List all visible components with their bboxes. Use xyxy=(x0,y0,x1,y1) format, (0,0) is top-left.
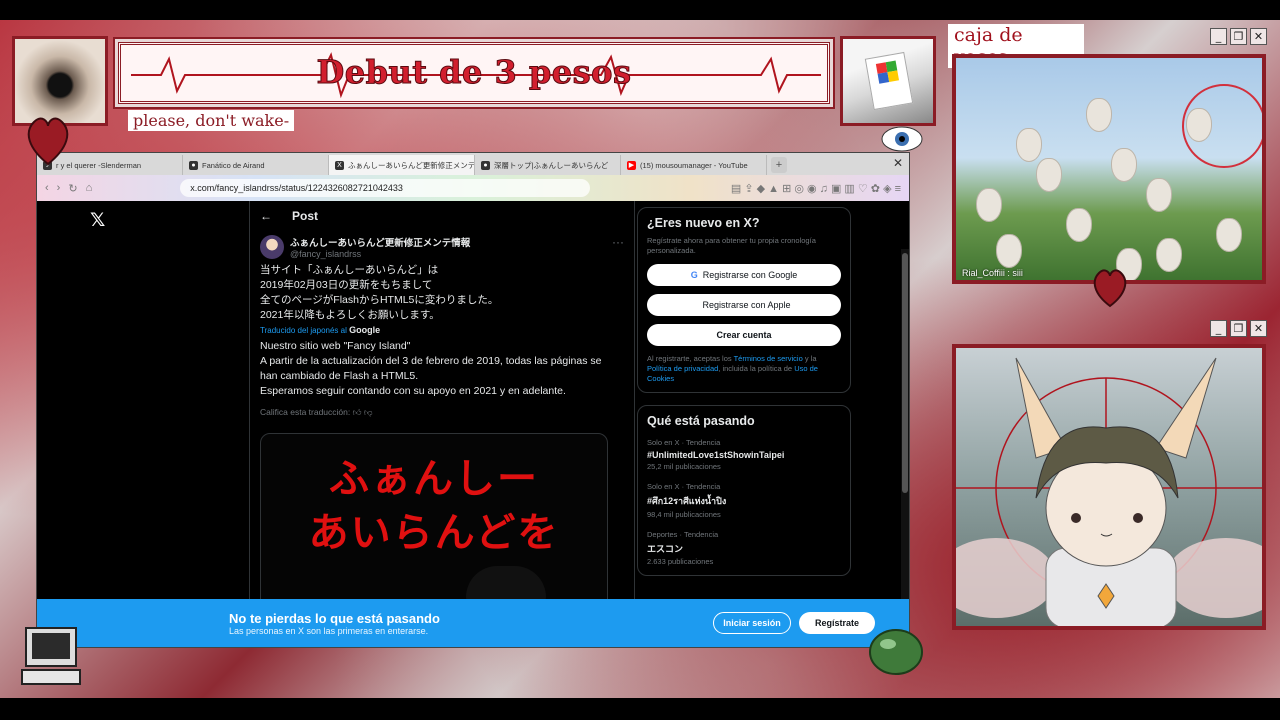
create-account-button[interactable]: Crear cuenta xyxy=(647,324,841,346)
trend-item[interactable]: Solo en X · Tendencia #ศึก12ราศีแห่งน้ำป… xyxy=(647,482,841,520)
vtuber-avatar-icon xyxy=(956,357,1262,626)
google-icon: G xyxy=(690,270,698,280)
terms-link[interactable]: Términos de servicio xyxy=(734,354,803,363)
author-name[interactable]: ふぁんしーあいらんど更新修正メンテ情報 xyxy=(290,235,470,249)
minimize-icon[interactable]: _ xyxy=(1210,28,1227,45)
top-letterbox xyxy=(0,0,1280,20)
eye-icon xyxy=(881,126,923,152)
anatomical-heart-icon xyxy=(1093,269,1127,308)
back-icon[interactable]: ‹ xyxy=(45,182,49,194)
close-icon[interactable]: ✕ xyxy=(1250,28,1267,45)
author-avatar[interactable] xyxy=(260,235,284,259)
rate-translation: Califica esta traducción: 👍︎ 👎︎ xyxy=(260,407,373,417)
google-label: Google xyxy=(349,325,381,335)
tab-youtube[interactable]: ▶ (15) mousoumanager - YouTube xyxy=(621,155,767,175)
more-options-icon[interactable]: ··· xyxy=(612,235,624,249)
restore-icon[interactable]: ❐ xyxy=(1230,320,1247,337)
signup-google-button[interactable]: G Registrarse con Google xyxy=(647,264,841,286)
trends-card: Qué está pasando Solo en X · Tendencia #… xyxy=(637,405,851,576)
x-icon: X xyxy=(335,160,344,170)
vtuber-avatar-panel xyxy=(952,344,1266,630)
signup-button[interactable]: Regístrate xyxy=(799,612,875,634)
thumbs-down-icon[interactable]: 👎︎ xyxy=(364,407,373,417)
stream-subtitle: please, don't wake- xyxy=(128,110,295,131)
new-tab-button[interactable]: + xyxy=(771,157,787,173)
anatomical-heart-icon xyxy=(27,117,69,166)
prompt-subtitle: Las personas en X son las primeras en en… xyxy=(229,625,429,636)
reload-icon[interactable]: ↻ xyxy=(68,182,77,195)
signup-title: ¿Eres nuevo en X? xyxy=(647,216,760,230)
page-icon: ● xyxy=(481,160,490,170)
post-column: ← Post ふぁんしーあいらんど更新修正メンテ情報 @fancy_island… xyxy=(249,201,635,647)
thumbs-up-icon[interactable]: 👍︎ xyxy=(353,407,362,417)
login-button[interactable]: Iniciar sesión xyxy=(713,612,791,634)
post-translation: Nuestro sitio web "Fancy Island" A parti… xyxy=(260,340,602,397)
prompt-title: No te pierdas lo que está pasando xyxy=(229,610,440,626)
stream-title-banner: Debut de 3 pesos xyxy=(118,42,830,104)
youtube-icon: ▶ xyxy=(627,160,636,170)
privacy-link[interactable]: Política de privacidad xyxy=(647,364,718,373)
forward-icon[interactable]: › xyxy=(57,182,61,194)
signup-apple-button[interactable]: Registrarse con Apple xyxy=(647,294,841,316)
browser-window: ♪ r y el querer -Slenderman ● Fanático de … xyxy=(36,152,910,648)
address-bar: ‹ › ↻ ⌂ x.com/fancy_islandrss/status/122… xyxy=(37,175,909,201)
windows-box-thumbnail xyxy=(840,36,936,126)
signup-description: Regístrate ahora para obtener tu propia … xyxy=(647,236,816,255)
post-header: ← Post xyxy=(250,201,634,231)
signup-prompt-banner: No te pierdas lo que está pasando Las pe… xyxy=(37,599,909,647)
voices-window-controls: _ ❐ ✕ xyxy=(1210,28,1267,45)
tab-airand[interactable]: ● Fanático de Airand xyxy=(183,155,329,175)
bottom-letterbox xyxy=(0,698,1280,720)
trend-item[interactable]: Solo en X · Tendencia #UnlimitedLove1stS… xyxy=(647,438,841,472)
home-icon[interactable]: ⌂ xyxy=(86,182,93,194)
post-text: 当サイト「ふぁんしーあいらんど」は 2019年02月03日の更新をもちまして 全… xyxy=(260,264,499,321)
voices-camera-panel: Rial_Coffiii : siii xyxy=(952,54,1266,284)
stream-title: Debut de 3 pesos xyxy=(316,53,632,92)
close-icon[interactable]: ✕ xyxy=(1250,320,1267,337)
post-author: ふぁんしーあいらんど更新修正メンテ情報 @fancy_islandrss ··· xyxy=(250,231,634,263)
page-scrollbar[interactable] xyxy=(901,249,909,647)
trend-item[interactable]: Deportes · Tendencia エスコン 2.633 publicac… xyxy=(647,530,841,567)
signup-card: ¿Eres nuevo en X? Regístrate ahora para … xyxy=(637,207,851,393)
avatar-window-controls: _ ❐ ✕ xyxy=(1210,320,1267,337)
x-logo-icon[interactable]: 𝕏 xyxy=(90,209,105,231)
retro-computer-icon xyxy=(21,627,81,685)
cam-caption: Rial_Coffiii : siii xyxy=(962,268,1023,278)
tab-x-post[interactable]: Xふぁんしーあいらんど更新修正メンテ× xyxy=(329,155,475,175)
page-icon: ● xyxy=(189,160,198,170)
tab-fancy-island[interactable]: ● 深層トップ|ふぁんしーあいらんど xyxy=(475,155,621,175)
author-handle[interactable]: @fancy_islandrss xyxy=(290,249,470,259)
extensions-icon[interactable]: ▤ ⇪ ◆ ▲ ⊞ ◎ ◉ ♫ ▣ ▥ ♡ ✿ ◈ ≡ xyxy=(731,182,901,195)
url-field[interactable]: x.com/fancy_islandrss/status/12243260827… xyxy=(180,179,591,197)
green-gem-icon xyxy=(869,629,923,675)
post-header-title: Post xyxy=(292,209,319,223)
signup-legal: Al registrarte, aceptas los Términos de … xyxy=(647,354,818,383)
tab-bar: ♪ r y el querer -Slenderman ● Fanático de … xyxy=(37,153,909,175)
x-page: 𝕏 ← Post ふぁんしーあいらんど更新修正メンテ情報 @fancy_isla… xyxy=(37,201,909,647)
trends-title: Qué está pasando xyxy=(647,414,755,428)
minimize-icon[interactable]: _ xyxy=(1210,320,1227,337)
close-window-icon[interactable]: ✕ xyxy=(893,156,903,170)
back-arrow-icon[interactable]: ← xyxy=(260,209,272,223)
restore-icon[interactable]: ❐ xyxy=(1230,28,1247,45)
right-sidebar: ¿Eres nuevo en X? Regístrate ahora para … xyxy=(637,207,851,588)
translated-from[interactable]: Traducido del japonés al Google xyxy=(250,323,634,337)
